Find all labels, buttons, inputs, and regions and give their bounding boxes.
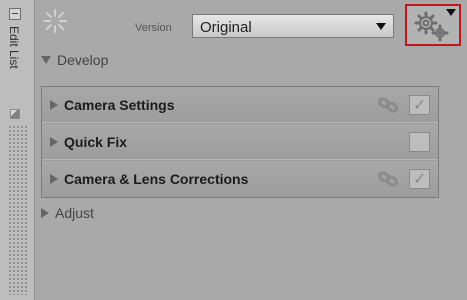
develop-section-header[interactable]: Develop	[41, 52, 108, 72]
gear-icon	[414, 11, 449, 42]
step-quick-fix[interactable]: Quick Fix	[42, 124, 438, 160]
expand-down-icon	[41, 56, 51, 64]
expand-right-icon	[50, 137, 58, 147]
edit-list-strip: Edit List	[0, 0, 35, 300]
step-label: Quick Fix	[50, 134, 127, 150]
edit-list-panel: Version Original Develop Camera Settings…	[35, 0, 467, 300]
edit-list-title[interactable]: Edit List	[7, 26, 21, 69]
step-checkbox[interactable]	[409, 95, 430, 115]
settings-gear-button[interactable]	[405, 4, 461, 46]
develop-label: Develop	[57, 52, 109, 68]
step-camera-settings[interactable]: Camera Settings	[42, 87, 438, 123]
step-label: Camera Settings	[50, 97, 174, 113]
step-checkbox[interactable]	[409, 169, 430, 189]
collapse-icon[interactable]	[9, 8, 21, 20]
version-label: Version	[135, 22, 172, 34]
link-icon[interactable]	[377, 170, 399, 188]
dropdown-caret-icon	[376, 23, 386, 30]
version-toolbar: Version Original	[35, 0, 467, 46]
version-value: Original	[200, 19, 252, 36]
menu-caret-icon	[446, 9, 456, 16]
grip-icon[interactable]	[10, 109, 20, 119]
adjust-section-header[interactable]: Adjust	[41, 205, 94, 221]
expand-right-icon	[41, 208, 49, 218]
expand-right-icon	[50, 174, 58, 184]
develop-steps-list: Camera Settings Quick Fix Camera & Lens …	[41, 86, 439, 198]
step-camera-lens-corrections[interactable]: Camera & Lens Corrections	[42, 161, 438, 197]
step-label: Camera & Lens Corrections	[50, 171, 248, 187]
spinner-icon	[43, 9, 67, 33]
step-checkbox[interactable]	[409, 132, 430, 152]
link-icon[interactable]	[377, 96, 399, 114]
version-select[interactable]: Original	[192, 14, 394, 38]
adjust-label: Adjust	[55, 205, 94, 221]
resize-handle[interactable]	[8, 125, 28, 295]
expand-right-icon	[50, 100, 58, 110]
